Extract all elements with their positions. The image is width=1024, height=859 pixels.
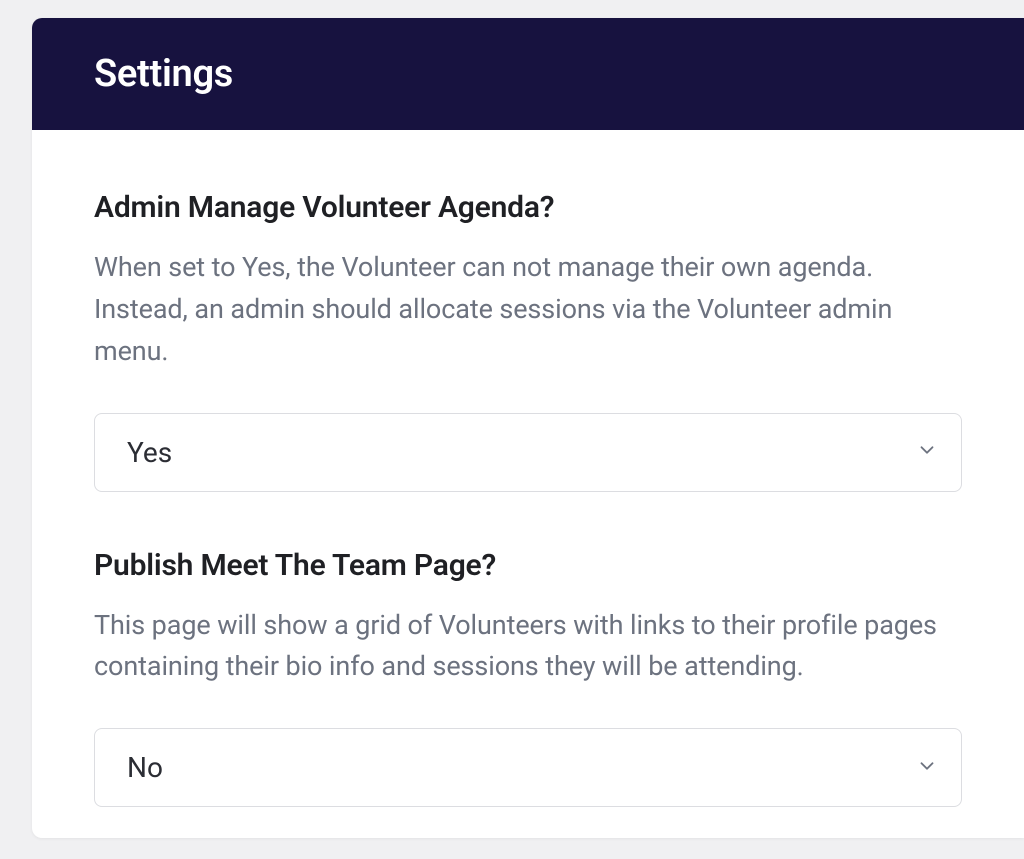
setting-publish-team-page: Publish Meet The Team Page? This page wi… bbox=[94, 548, 962, 808]
select-wrapper: No bbox=[94, 728, 962, 807]
card-header: Settings bbox=[32, 18, 1024, 130]
setting-description: When set to Yes, the Volunteer can not m… bbox=[94, 247, 962, 373]
setting-label: Admin Manage Volunteer Agenda? bbox=[94, 190, 962, 225]
setting-label: Publish Meet The Team Page? bbox=[94, 548, 962, 583]
setting-description: This page will show a grid of Volunteers… bbox=[94, 605, 962, 689]
settings-card: Settings Admin Manage Volunteer Agenda? … bbox=[32, 18, 1024, 838]
setting-admin-manage-agenda: Admin Manage Volunteer Agenda? When set … bbox=[94, 190, 962, 492]
admin-manage-agenda-select[interactable]: Yes bbox=[94, 413, 962, 492]
publish-team-page-select[interactable]: No bbox=[94, 728, 962, 807]
card-body: Admin Manage Volunteer Agenda? When set … bbox=[32, 130, 1024, 838]
page-title: Settings bbox=[94, 52, 962, 96]
select-wrapper: Yes bbox=[94, 413, 962, 492]
